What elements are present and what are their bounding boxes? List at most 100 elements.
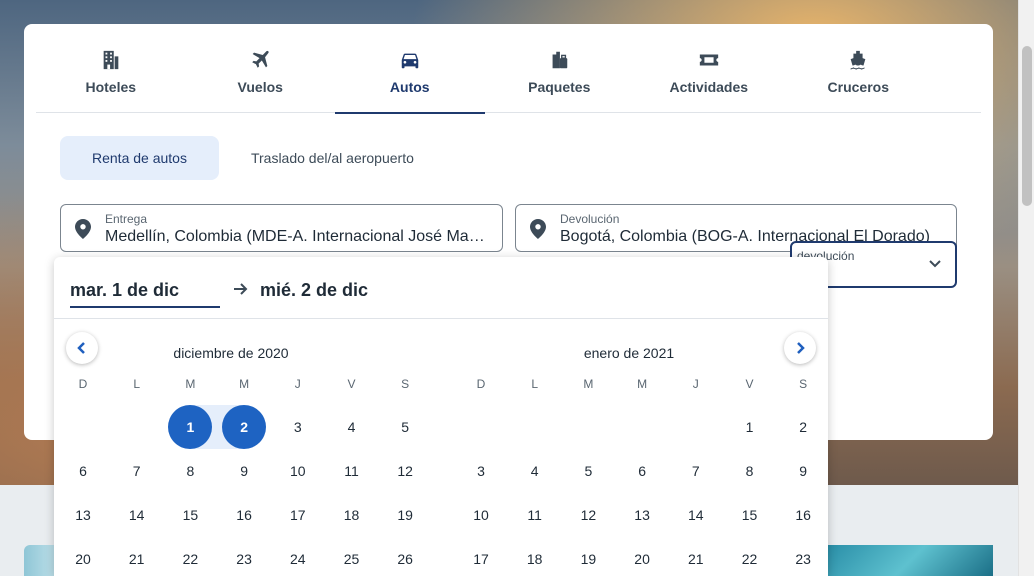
tab-actividades[interactable]: Actividades	[634, 24, 784, 113]
car-icon	[401, 53, 418, 69]
weekday-label: V	[347, 377, 356, 391]
calendar-day[interactable]: 1	[728, 405, 772, 449]
start-date-tab[interactable]: mar. 1 de dic	[70, 280, 220, 308]
calendar-day[interactable]: 4	[513, 449, 557, 493]
calendar-day[interactable]: 3	[459, 449, 503, 493]
calendar-day[interactable]: 6	[620, 449, 664, 493]
calendar-day[interactable]: 5	[383, 405, 427, 449]
weekday-label: D	[476, 377, 486, 391]
calendar-day[interactable]: 8	[168, 449, 212, 493]
calendar-day[interactable]: 25	[330, 537, 374, 576]
product-tabs: Hoteles Vuelos Autos Paquetes Actividade…	[36, 24, 981, 114]
dropoff-label: Devolución	[560, 212, 620, 226]
calendar-day[interactable]: 7	[115, 449, 159, 493]
calendar-day[interactable]: 15	[728, 493, 772, 537]
pickup-field[interactable]: Entrega Medellín, Colombia (MDE-A. Inter…	[60, 204, 503, 252]
tab-cruceros[interactable]: Cruceros	[784, 24, 934, 113]
tab-autos[interactable]: Autos	[335, 24, 485, 114]
tab-hoteles[interactable]: Hoteles	[36, 24, 186, 113]
weekday-label: L	[531, 377, 539, 391]
calendar-day[interactable]: 26	[383, 537, 427, 576]
subtab-traslado-aeropuerto[interactable]: Traslado del/al aeropuerto	[219, 136, 446, 180]
calendar-day[interactable]: 8	[728, 449, 772, 493]
ticket-icon	[699, 54, 718, 66]
calendar-day[interactable]: 21	[674, 537, 718, 576]
calendar-day[interactable]: 20	[620, 537, 664, 576]
calendar-day[interactable]: 3	[276, 405, 320, 449]
tab-label: Autos	[389, 79, 430, 95]
weekday-label: M	[637, 377, 648, 391]
calendar-day[interactable]: 22	[728, 537, 772, 576]
calendar-day[interactable]: 14	[115, 493, 159, 537]
calendar-day[interactable]: 11	[330, 449, 374, 493]
date-picker: mar. 1 de dic mié. 2 de dic diciembre de…	[54, 257, 828, 576]
calendar-day[interactable]: 16	[222, 493, 266, 537]
calendar-day[interactable]: 24	[276, 537, 320, 576]
weekday-label: S	[401, 377, 410, 391]
tab-paquetes[interactable]: Paquetes	[485, 24, 635, 113]
tab-vuelos[interactable]: Vuelos	[186, 24, 336, 113]
calendar-day[interactable]: 23	[781, 537, 825, 576]
date-picker-header: mar. 1 de dic mié. 2 de dic	[54, 257, 828, 319]
calendar-day[interactable]: 7	[674, 449, 718, 493]
calendar-day[interactable]: 19	[566, 537, 610, 576]
calendar-day[interactable]: 2	[781, 405, 825, 449]
location-pin-icon	[530, 219, 546, 239]
tab-label: Actividades	[669, 79, 749, 95]
tab-label: Hoteles	[85, 79, 137, 95]
luggage-icon	[552, 51, 568, 69]
calendar-day[interactable]: 12	[383, 449, 427, 493]
month-title: enero de 2021	[583, 345, 675, 361]
weekday-label: D	[78, 377, 88, 391]
weekday-label: J	[692, 377, 699, 391]
pickup-label: Entrega	[105, 212, 148, 226]
calendar-day[interactable]: 22	[168, 537, 212, 576]
calendar-day[interactable]: 20	[61, 537, 105, 576]
weekday-label: M	[185, 377, 196, 391]
weekday-label: S	[799, 377, 808, 391]
end-date-tab[interactable]: mié. 2 de dic	[260, 280, 368, 301]
calendar-day[interactable]: 9	[222, 449, 266, 493]
calendar-day[interactable]: 14	[674, 493, 718, 537]
location-pin-icon	[75, 219, 91, 239]
calendar-day[interactable]: 19	[383, 493, 427, 537]
arrow-right-icon	[232, 281, 248, 297]
building-icon	[103, 50, 119, 70]
calendar-day[interactable]: 10	[276, 449, 320, 493]
calendar-day[interactable]: 10	[459, 493, 503, 537]
plane-icon	[252, 50, 269, 68]
calendar-day[interactable]: 21	[115, 537, 159, 576]
calendar-day[interactable]: 18	[513, 537, 557, 576]
calendar-day-selected[interactable]: 2	[222, 405, 267, 449]
calendar-day[interactable]: 11	[513, 493, 557, 537]
calendar-day[interactable]: 23	[222, 537, 266, 576]
calendar-day[interactable]: 4	[330, 405, 374, 449]
weekday-label: L	[133, 377, 141, 391]
calendar-day[interactable]: 13	[620, 493, 664, 537]
calendar-day[interactable]: 16	[781, 493, 825, 537]
weekday-label: V	[745, 377, 754, 391]
tab-label: Cruceros	[827, 79, 889, 95]
subtab-renta-autos[interactable]: Renta de autos	[60, 136, 219, 180]
calendar-day[interactable]: 12	[566, 493, 610, 537]
calendar-day[interactable]: 9	[781, 449, 825, 493]
calendar-day[interactable]: 18	[330, 493, 374, 537]
weekday-label: M	[239, 377, 250, 391]
calendar-day[interactable]: 5	[566, 449, 610, 493]
ship-icon	[850, 50, 866, 70]
calendar-day[interactable]: 15	[168, 493, 212, 537]
tab-label: Vuelos	[237, 79, 283, 95]
calendar-day[interactable]: 17	[459, 537, 503, 576]
weekday-label: J	[294, 377, 301, 391]
calendar-day[interactable]: 6	[61, 449, 105, 493]
car-subtabs: Renta de autos Traslado del/al aeropuert…	[60, 136, 446, 180]
pickup-value: Medellín, Colombia (MDE-A. Internacional…	[105, 228, 490, 245]
page-scrollbar[interactable]	[1018, 0, 1034, 576]
tab-label: Paquetes	[528, 79, 591, 95]
scrollbar-thumb[interactable]	[1022, 46, 1032, 206]
month-title: diciembre de 2020	[173, 345, 289, 361]
weekday-label: M	[583, 377, 594, 391]
chevron-down-icon	[927, 255, 943, 271]
calendar-day[interactable]: 13	[61, 493, 105, 537]
calendar-day[interactable]: 17	[276, 493, 320, 537]
